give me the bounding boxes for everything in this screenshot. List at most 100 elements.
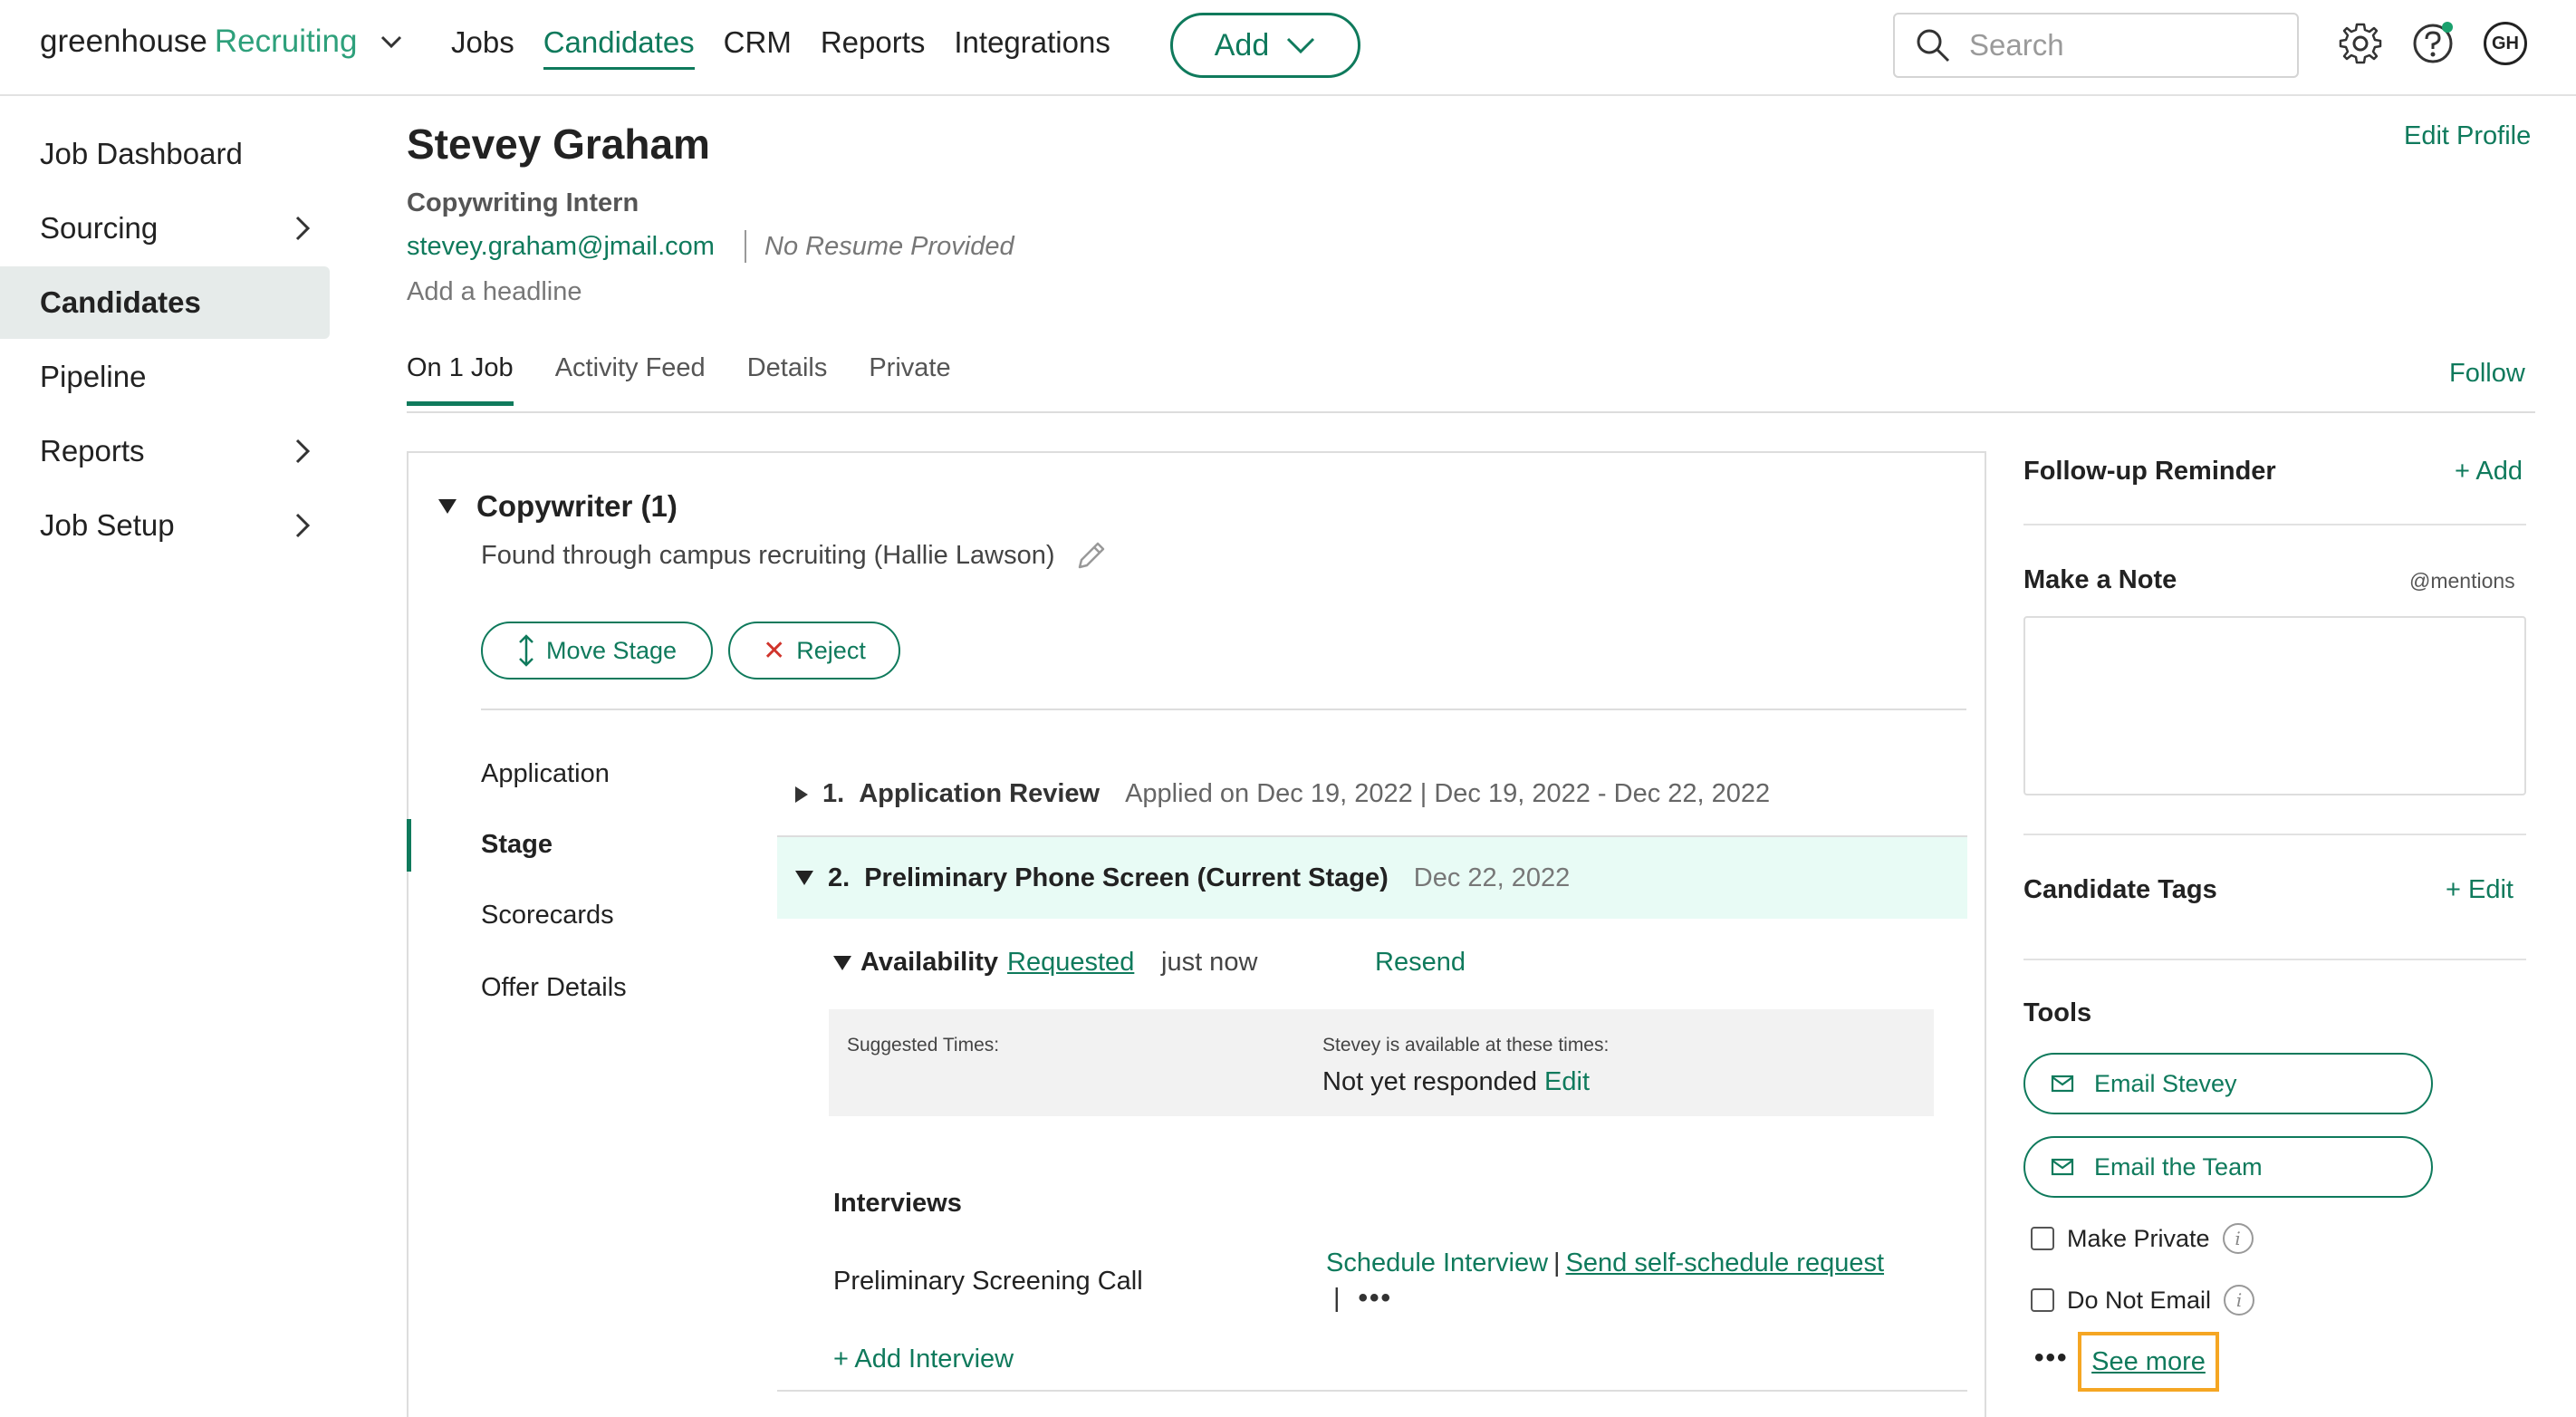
gear-icon[interactable] — [2339, 22, 2382, 65]
subnav-offer-details[interactable]: Offer Details — [481, 973, 627, 1003]
add-followup-link[interactable]: + Add — [2455, 457, 2523, 487]
sidebar-item-label: Sourcing — [40, 211, 159, 245]
email-candidate-label: Email Stevey — [2094, 1069, 2237, 1097]
info-icon[interactable]: i — [2224, 1285, 2255, 1316]
interview-more: | ••• — [1333, 1283, 1392, 1314]
nav-integrations[interactable]: Integrations — [954, 25, 1110, 70]
sidebar-item-job-setup[interactable]: Job Setup — [0, 489, 330, 562]
email-team-button[interactable]: Email the Team — [2023, 1136, 2433, 1198]
subnav-application[interactable]: Application — [481, 759, 610, 789]
divider — [745, 230, 746, 263]
email-candidate-button[interactable]: Email Stevey — [2023, 1053, 2433, 1114]
email-team-label: Email the Team — [2094, 1152, 2263, 1181]
more-options-icon[interactable]: ••• — [2034, 1343, 2069, 1374]
response-text: Not yet responded — [1322, 1067, 1537, 1096]
nav-reports[interactable]: Reports — [821, 25, 926, 70]
availability-row[interactable]: Availability Requested — [833, 948, 1134, 978]
see-more-link[interactable]: See more — [2078, 1332, 2219, 1392]
note-textarea[interactable] — [2023, 616, 2526, 795]
nav-crm[interactable]: CRM — [724, 25, 792, 70]
candidate-source: Found through campus recruiting (Hallie … — [481, 538, 1109, 573]
stage-name: Preliminary Phone Screen (Current Stage) — [864, 863, 1389, 892]
stage-row-current[interactable]: 2. Preliminary Phone Screen (Current Sta… — [777, 837, 1967, 919]
interviews-heading: Interviews — [833, 1189, 962, 1218]
do-not-email-checkbox[interactable] — [2031, 1288, 2054, 1312]
add-interview-link[interactable]: + Add Interview — [833, 1345, 1014, 1374]
top-nav: greenhouse Recruiting Jobs Candidates CR… — [0, 0, 2576, 96]
chevron-down-icon[interactable] — [379, 29, 404, 54]
chevron-down-icon — [1287, 37, 1315, 54]
envelope-icon — [2051, 1158, 2074, 1176]
candidate-available-label: Stevey is available at these times: — [1322, 1035, 1610, 1056]
schedule-interview-link[interactable]: Schedule Interview — [1326, 1248, 1548, 1277]
search-box[interactable] — [1893, 13, 2299, 78]
availability-label: Availability — [860, 948, 999, 977]
reject-button[interactable]: ✕ Reject — [728, 622, 900, 680]
pencil-icon[interactable] — [1074, 538, 1109, 573]
divider — [2023, 959, 2526, 960]
move-vertical-icon — [519, 634, 533, 667]
resend-link[interactable]: Resend — [1375, 948, 1466, 978]
sidebar-item-label: Pipeline — [40, 360, 147, 393]
move-stage-label: Move Stage — [545, 636, 678, 664]
resume-status: No Resume Provided — [764, 232, 1014, 261]
help-icon[interactable] — [2411, 22, 2455, 65]
logo-product-text: Recruiting — [214, 24, 358, 59]
tabs-divider — [407, 411, 2535, 413]
sidebar-item-label: Reports — [40, 434, 145, 468]
nav-jobs[interactable]: Jobs — [451, 25, 514, 70]
tab-private[interactable]: Private — [869, 353, 950, 406]
stage-row-application-review[interactable]: 1. Application Review Applied on Dec 19,… — [795, 779, 1770, 809]
divider — [2023, 834, 2526, 835]
sidebar-item-job-dashboard[interactable]: Job Dashboard — [0, 118, 330, 190]
add-button-label: Add — [1214, 27, 1270, 63]
candidate-email-link[interactable]: stevey.graham@jmail.com — [407, 232, 715, 262]
sidebar-item-candidates[interactable]: Candidates — [0, 266, 330, 339]
availability-response: Not yet responded Edit — [1322, 1067, 1590, 1097]
add-headline-link[interactable]: Add a headline — [407, 277, 582, 307]
follow-link[interactable]: Follow — [2449, 359, 2525, 389]
tab-on-1-job[interactable]: On 1 Job — [407, 353, 514, 406]
tools-heading: Tools — [2023, 998, 2092, 1027]
collapse-triangle-icon — [438, 499, 457, 514]
expand-triangle-icon — [795, 786, 808, 803]
divider — [2023, 524, 2526, 525]
edit-availability-link[interactable]: Edit — [1544, 1067, 1590, 1096]
collapse-triangle-icon — [795, 871, 813, 885]
subnav-stage[interactable]: Stage — [481, 830, 553, 860]
more-options-icon[interactable]: ••• — [1359, 1283, 1393, 1314]
search-input[interactable] — [1969, 28, 2277, 63]
move-stage-button[interactable]: Move Stage — [481, 622, 713, 680]
make-private-checkbox[interactable] — [2031, 1227, 2054, 1250]
stage-meta: Dec 22, 2022 — [1413, 863, 1571, 892]
sidebar-item-reports[interactable]: Reports — [0, 415, 330, 487]
info-icon[interactable]: i — [2222, 1223, 2254, 1254]
tab-details[interactable]: Details — [747, 353, 828, 406]
sidebar: Job Dashboard Sourcing Candidates Pipeli… — [0, 98, 380, 1417]
subnav-scorecards[interactable]: Scorecards — [481, 901, 614, 930]
mentions-hint: @mentions — [2409, 569, 2515, 593]
envelope-icon — [2051, 1075, 2074, 1093]
sidebar-item-pipeline[interactable]: Pipeline — [0, 341, 330, 413]
nav-candidates[interactable]: Candidates — [543, 25, 695, 70]
source-text: Found through campus recruiting (Hallie … — [481, 540, 1055, 570]
tab-activity-feed[interactable]: Activity Feed — [555, 353, 706, 406]
chevron-right-icon — [295, 439, 311, 464]
logo-main-text: greenhouse — [40, 24, 207, 59]
self-schedule-link[interactable]: Send self-schedule request — [1566, 1248, 1884, 1277]
profile-tabs: On 1 Job Activity Feed Details Private — [407, 353, 993, 406]
interview-actions: Schedule Interview | Send self-schedule re… — [1326, 1248, 1884, 1278]
availability-requested-link[interactable]: Requested — [1007, 948, 1134, 978]
subnav-active-indicator — [407, 819, 411, 872]
edit-tags-link[interactable]: + Edit — [2446, 875, 2514, 905]
separator: | — [1333, 1283, 1341, 1313]
separator: | — [1553, 1248, 1561, 1277]
avatar[interactable]: GH — [2484, 22, 2527, 65]
add-button[interactable]: Add — [1170, 13, 1360, 78]
sidebar-item-sourcing[interactable]: Sourcing — [0, 192, 330, 265]
candidate-title: Copywriting Intern — [407, 188, 639, 217]
edit-profile-link[interactable]: Edit Profile — [2404, 121, 2531, 151]
job-title[interactable]: Copywriter (1) — [438, 489, 678, 524]
app-logo[interactable]: greenhouse Recruiting — [40, 24, 404, 60]
do-not-email-row: Do Not Email i — [2031, 1285, 2255, 1316]
